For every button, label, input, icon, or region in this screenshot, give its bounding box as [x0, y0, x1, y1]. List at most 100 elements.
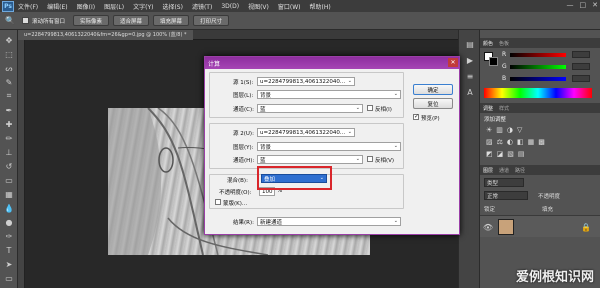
mask-checkbox[interactable] [215, 199, 221, 205]
pen-tool-icon[interactable]: ✑ [3, 230, 15, 242]
red-slider[interactable] [510, 53, 566, 57]
dialog-title-bar[interactable]: 计算 ✕ [205, 57, 459, 69]
dialog-close-button[interactable]: ✕ [448, 58, 458, 67]
chevron-down-icon: ⌄ [355, 156, 360, 162]
vertical-ruler [18, 40, 25, 288]
crop-tool-icon[interactable]: ⌗ [3, 90, 15, 102]
chevron-down-icon: ⌄ [393, 91, 398, 97]
right-panels: 颜色 色板 R G B 调整 样式 添加调整 ☀▥◑▽ ▨⚖◐◧▦▩ ◩◪▧▤ … [480, 30, 600, 288]
source1-file-select[interactable]: u=2284799813,4061322040... ⌄ [257, 77, 355, 86]
source2-file-value: u=2284799813,4061322040... [260, 129, 346, 136]
menu-type[interactable]: 文字(Y) [133, 2, 153, 11]
zoom-tool-icon[interactable]: 🔍 [4, 15, 16, 27]
layers-panel-tabs: 图层 通道 路径 [480, 165, 600, 175]
result-select[interactable]: 新建通道 ⌄ [257, 217, 401, 226]
photoshop-logo: Ps [2, 0, 14, 12]
opacity-field-label: 不透明度(O): [219, 190, 252, 196]
red-slider-label: R [502, 51, 507, 58]
dodge-tool-icon[interactable]: ● [3, 216, 15, 228]
adjustment-icons-row-3[interactable]: ◩◪▧▤ [486, 150, 528, 158]
shape-tool-icon[interactable]: ▭ [3, 272, 15, 284]
blue-slider[interactable] [510, 77, 566, 81]
reset-button[interactable]: 复位 [413, 98, 453, 109]
tab-paths[interactable]: 路径 [515, 167, 525, 174]
blend-mode-select[interactable]: 正常 [484, 191, 528, 200]
brush-tool-icon[interactable]: ✏ [3, 132, 15, 144]
layer-thumbnail [498, 219, 514, 235]
move-tool-icon[interactable]: ✥ [3, 34, 15, 46]
source1-channel-label: 通道(C): [233, 107, 254, 113]
chevron-down-icon: ⌄ [355, 105, 360, 111]
marquee-tool-icon[interactable]: ⬚ [3, 48, 15, 60]
source1-layer-select[interactable]: 背景 ⌄ [257, 90, 401, 99]
source2-channel-value: 蓝 [260, 157, 266, 164]
window-controls: — □ ✕ [567, 1, 599, 9]
source2-layer-select[interactable]: 背景 ⌄ [257, 142, 401, 151]
adjustments-panel-tabs: 调整 样式 [480, 103, 600, 113]
blue-value-field[interactable] [572, 75, 590, 82]
source2-invert-checkbox[interactable] [367, 156, 373, 162]
color-spectrum-bar[interactable] [484, 88, 592, 98]
menu-3d[interactable]: 3D(D) [221, 3, 239, 10]
close-icon[interactable]: ✕ [592, 1, 598, 9]
history-icon[interactable]: ▤ [464, 38, 476, 50]
ok-button[interactable]: 确定 [413, 84, 453, 95]
tab-layers[interactable]: 图层 [483, 167, 493, 174]
minimize-icon[interactable]: — [567, 1, 574, 9]
eraser-tool-icon[interactable]: ▭ [3, 174, 15, 186]
green-value-field[interactable] [572, 63, 590, 70]
tab-swatches[interactable]: 色板 [499, 40, 509, 47]
quick-select-tool-icon[interactable]: ✎ [3, 76, 15, 88]
healing-brush-tool-icon[interactable]: ✚ [3, 118, 15, 130]
adjustment-icons-row-2[interactable]: ▨⚖◐◧▦▩ [486, 138, 549, 146]
history-brush-tool-icon[interactable]: ↺ [3, 160, 15, 172]
actions-icon[interactable]: ▶ [464, 54, 476, 66]
lasso-tool-icon[interactable]: ᔕ [3, 62, 15, 74]
menu-window[interactable]: 窗口(W) [278, 2, 301, 11]
actual-pixels-button[interactable]: 实际像素 [73, 15, 110, 26]
menu-layer[interactable]: 图层(L) [104, 2, 124, 11]
background-color-swatch[interactable] [489, 57, 498, 66]
tab-styles[interactable]: 样式 [499, 105, 509, 112]
gradient-tool-icon[interactable]: ▦ [3, 188, 15, 200]
layer-lock-icon: 🔒 [581, 222, 591, 232]
source2-file-select[interactable]: u=2284799813,4061322040... ⌄ [257, 128, 355, 137]
adjustment-icons-row-1[interactable]: ☀▥◑▽ [486, 126, 526, 134]
maximize-icon[interactable]: □ [580, 1, 587, 9]
menu-edit[interactable]: 编辑(E) [47, 2, 67, 11]
scroll-all-checkbox[interactable] [22, 17, 29, 24]
fit-screen-button[interactable]: 适合屏幕 [113, 15, 150, 26]
eyedropper-tool-icon[interactable]: ✒ [3, 104, 15, 116]
properties-icon[interactable]: ≡ [464, 70, 476, 82]
path-select-tool-icon[interactable]: ➤ [3, 258, 15, 270]
green-slider[interactable] [510, 65, 566, 69]
source2-channel-select[interactable]: 蓝 ⌄ [257, 155, 363, 164]
character-icon[interactable]: A [464, 86, 476, 98]
preview-checkbox[interactable] [413, 113, 419, 120]
tab-color[interactable]: 颜色 [483, 40, 493, 47]
menu-image[interactable]: 图像(I) [77, 2, 95, 11]
menu-help[interactable]: 帮助(H) [310, 2, 331, 11]
document-tab[interactable]: u=2284799813,4061322040&fm=26&gp=0.jpg @… [18, 29, 193, 40]
fill-screen-button[interactable]: 填充屏幕 [153, 15, 190, 26]
calculations-dialog: 计算 ✕ 源 1(S): u=2284799813,4061322040... ⌄… [204, 56, 460, 235]
tab-adjustments[interactable]: 调整 [483, 105, 493, 112]
menu-file[interactable]: 文件(F) [18, 2, 38, 11]
source2-layer-label: 图层(Y): [233, 145, 254, 151]
collapsed-panel-strip: ▤ ▶ ≡ A [458, 30, 480, 288]
red-value-field[interactable] [572, 51, 590, 58]
source1-channel-select[interactable]: 蓝 ⌄ [257, 104, 363, 113]
type-tool-icon[interactable]: T [3, 244, 15, 256]
visibility-eye-icon[interactable]: 👁 [482, 221, 494, 233]
menu-select[interactable]: 选择(S) [162, 2, 183, 11]
layer-filter-value: 类型 [487, 180, 499, 187]
layer-filter-select[interactable]: 类型 [484, 178, 524, 187]
layer-row-background[interactable]: 👁 🔒 [480, 215, 600, 237]
source1-invert-checkbox[interactable] [367, 105, 373, 111]
menu-filter[interactable]: 滤镜(T) [192, 2, 212, 11]
clone-stamp-tool-icon[interactable]: ⊥ [3, 146, 15, 158]
print-size-button[interactable]: 打印尺寸 [193, 15, 230, 26]
menu-view[interactable]: 视图(V) [248, 2, 269, 11]
tab-channels[interactable]: 通道 [499, 167, 509, 174]
blur-tool-icon[interactable]: 💧 [3, 202, 15, 214]
